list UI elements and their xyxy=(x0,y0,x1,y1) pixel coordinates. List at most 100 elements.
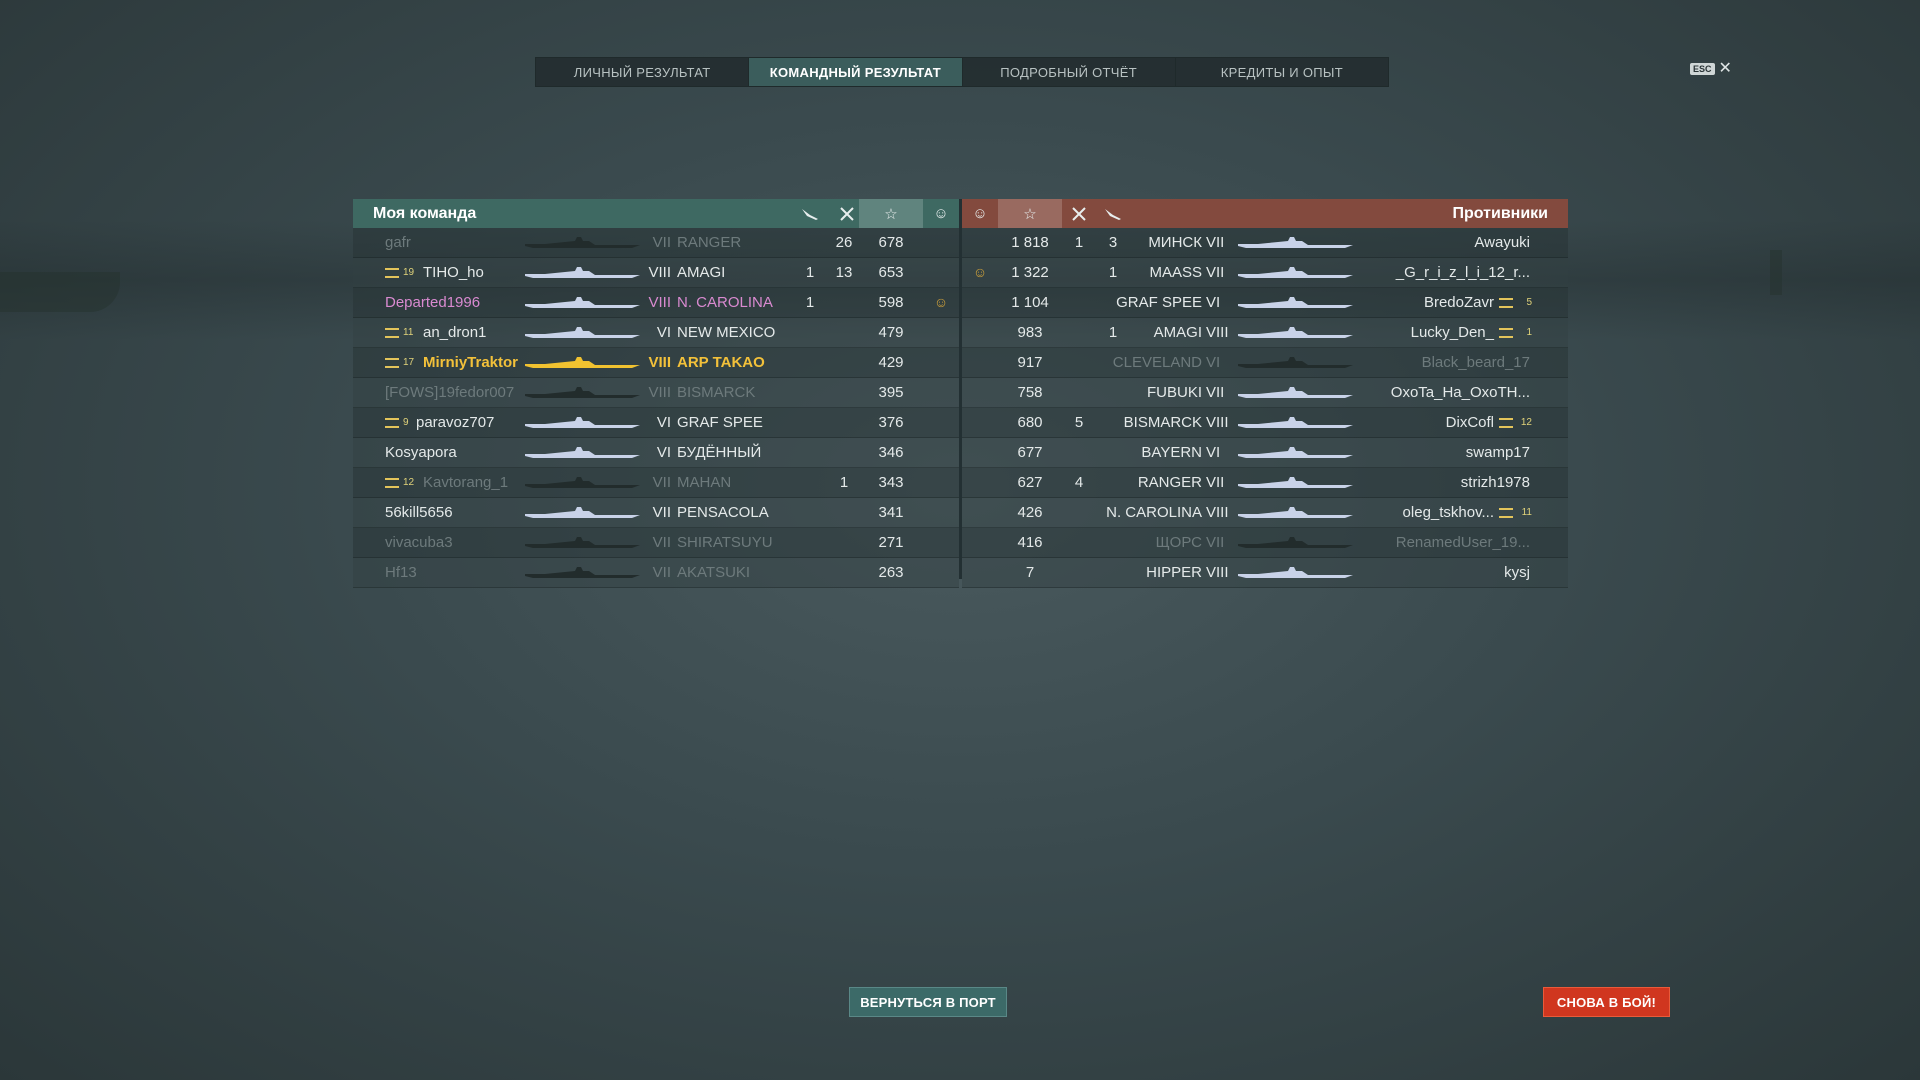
close-button[interactable]: ESC ✕ xyxy=(1690,60,1732,77)
table-row[interactable]: Departed1996 VIII N. CAROLINA 1 598 ☺ xyxy=(353,288,959,318)
player-name[interactable]: gafr xyxy=(385,228,411,257)
esc-key-label: ESC xyxy=(1690,63,1715,75)
player-name[interactable]: MirniyTraktor xyxy=(423,348,518,377)
background-ship xyxy=(0,272,120,312)
medal-icon xyxy=(923,498,959,527)
table-row[interactable]: 12 Kavtorang_1 VII MAHAN 1 343 xyxy=(353,468,959,498)
tab-0[interactable]: ЛИЧНЫЙ РЕЗУЛЬТАТ xyxy=(536,58,750,86)
player-name[interactable]: RenamedUser_19... xyxy=(1396,528,1530,557)
table-row[interactable]: 9 paravoz707 VI GRAF SPEE 376 xyxy=(353,408,959,438)
medal-icon xyxy=(962,408,998,437)
table-row[interactable]: 19 TIHO_ho VIII AMAGI 1 13 653 xyxy=(353,258,959,288)
player-name[interactable]: strizh1978 xyxy=(1461,468,1530,497)
ships-destroyed xyxy=(829,528,859,557)
player-rank: 11 xyxy=(403,327,414,338)
table-row[interactable]: vivacuba3 VII SHIRATSUYU 271 xyxy=(353,528,959,558)
table-row[interactable]: 983 1 AMAGI VIII 1 Lucky_Den_ xyxy=(962,318,1568,348)
close-icon: ✕ xyxy=(1718,60,1732,77)
player-name[interactable]: Awayuki xyxy=(1474,228,1530,257)
table-row[interactable]: 680 5 BISMARCK VIII 12 DixCofl xyxy=(962,408,1568,438)
ships-destroyed xyxy=(1064,258,1094,287)
table-row[interactable]: 17 MirniyTraktor VIII ARP TAKAO 429 xyxy=(353,348,959,378)
table-row[interactable]: ☺ 1 322 1 MAASS VII _G_r_i_z_l_i_12_r... xyxy=(962,258,1568,288)
player-name[interactable]: BredoZavr xyxy=(1424,288,1494,317)
table-row[interactable]: gafr VII RANGER 26 678 xyxy=(353,228,959,258)
ship-silhouette xyxy=(1238,387,1353,398)
player-name[interactable]: an_dron1 xyxy=(423,318,486,347)
table-row[interactable]: 7 HIPPER VIII kysj xyxy=(962,558,1568,588)
table-row[interactable]: 627 4 RANGER VII strizh1978 xyxy=(962,468,1568,498)
table-row[interactable]: 416 ЩОРС VII RenamedUser_19... xyxy=(962,528,1568,558)
planes-destroyed xyxy=(1098,438,1128,467)
battle-again-button[interactable]: СНОВА В БОЙ! xyxy=(1543,987,1670,1017)
table-row[interactable]: 426 N. CAROLINA VIII 11 oleg_tskhov... xyxy=(962,498,1568,528)
ship-tier: VII xyxy=(652,564,671,581)
ship-silhouette xyxy=(1238,357,1353,368)
table-row[interactable]: [FOWS]19fedor007 VIII BISMARCK 395 xyxy=(353,378,959,408)
planes-destroyed xyxy=(1098,528,1128,557)
base-xp: 416 xyxy=(1017,534,1043,551)
table-row[interactable]: 56kill5656 VII PENSACOLA 341 xyxy=(353,498,959,528)
medal-icon xyxy=(923,408,959,437)
ship-tier: VI xyxy=(1206,444,1221,461)
table-row[interactable]: Kosyapora VI БУДЁННЫЙ 346 xyxy=(353,438,959,468)
player-name[interactable]: oleg_tskhov... xyxy=(1403,498,1494,527)
base-xp: 917 xyxy=(1017,354,1043,371)
table-row[interactable]: 758 FUBUKI VII OxoTa_Ha_OxoTH... xyxy=(962,378,1568,408)
table-row[interactable]: 1 104 GRAF SPEE VI 5 BredoZavr xyxy=(962,288,1568,318)
ship-tier: VI xyxy=(1206,294,1221,311)
player-name[interactable]: paravoz707 xyxy=(416,408,494,437)
ship-silhouette xyxy=(525,327,640,338)
player-rank: 1 xyxy=(1526,327,1532,338)
ship-tier: VII xyxy=(652,504,671,521)
medal-icon xyxy=(962,468,998,497)
player-name[interactable]: Kavtorang_1 xyxy=(423,468,508,497)
player-name[interactable]: [FOWS]19fedor007 xyxy=(385,378,514,407)
table-row[interactable]: 917 CLEVELAND VI Black_beard_17 xyxy=(962,348,1568,378)
player-name[interactable]: swamp17 xyxy=(1466,438,1530,467)
player-name[interactable]: _G_r_i_z_l_i_12_r... xyxy=(1396,258,1530,287)
rank-icon xyxy=(1499,318,1516,347)
player-name[interactable]: vivacuba3 xyxy=(385,528,453,557)
tab-2[interactable]: ПОДРОБНЫЙ ОТЧЁТ xyxy=(963,58,1176,86)
player-name[interactable]: 56kill5656 xyxy=(385,498,453,527)
medal-icon xyxy=(923,378,959,407)
player-name[interactable]: TIHO_ho xyxy=(423,258,484,287)
planes-destroyed xyxy=(795,408,825,437)
table-row[interactable]: 1 818 1 3 МИНСК VII Awayuki xyxy=(962,228,1568,258)
player-name[interactable]: DixCofl xyxy=(1446,408,1494,437)
player-name[interactable]: Black_beard_17 xyxy=(1422,348,1530,377)
player-name[interactable]: kysj xyxy=(1504,558,1530,587)
medal-icon xyxy=(923,318,959,347)
player-name[interactable]: Departed1996 xyxy=(385,288,480,317)
ships-destroyed xyxy=(1064,318,1094,347)
tab-1[interactable]: КОМАНДНЫЙ РЕЗУЛЬТАТ xyxy=(749,58,963,86)
base-xp: 376 xyxy=(878,414,904,431)
player-name[interactable]: OxoTa_Ha_OxoTH... xyxy=(1391,378,1530,407)
ship-name: БУДЁННЫЙ xyxy=(677,444,762,461)
player-name[interactable]: Kosyapora xyxy=(385,438,457,467)
medal-icon xyxy=(923,468,959,497)
table-row[interactable]: 677 BAYERN VI swamp17 xyxy=(962,438,1568,468)
ships-destroyed xyxy=(1064,498,1094,527)
ship-tier: VII xyxy=(1206,384,1225,401)
planes-destroyed xyxy=(795,438,825,467)
ship-silhouette xyxy=(1238,507,1353,518)
return-to-port-button[interactable]: ВЕРНУТЬСЯ В ПОРТ xyxy=(849,987,1007,1017)
planes-destroyed xyxy=(1098,558,1128,587)
enemy-team-rows: 1 818 1 3 МИНСК VII Awayuki ☺ 1 322 1 MAASS VII _G_… xyxy=(962,228,1568,588)
tab-3[interactable]: КРЕДИТЫ И ОПЫТ xyxy=(1176,58,1388,86)
player-name[interactable]: Hf13 xyxy=(385,558,417,587)
ships-destroyed: 26 xyxy=(835,234,853,251)
table-row[interactable]: 11 an_dron1 VI NEW MEXICO 479 xyxy=(353,318,959,348)
ship-silhouette xyxy=(525,507,640,518)
ship-name: BISMARCK xyxy=(677,384,756,401)
player-name[interactable]: Lucky_Den_ xyxy=(1411,318,1494,347)
medal-icon xyxy=(923,528,959,557)
ships-destroyed xyxy=(1064,438,1094,467)
rank-icon xyxy=(1499,498,1516,527)
star-icon: ☆ xyxy=(998,199,1062,228)
table-row[interactable]: Hf13 VII AKATSUKI 263 xyxy=(353,558,959,588)
planes-destroyed xyxy=(795,318,825,347)
crossed-swords-icon xyxy=(1064,199,1094,228)
